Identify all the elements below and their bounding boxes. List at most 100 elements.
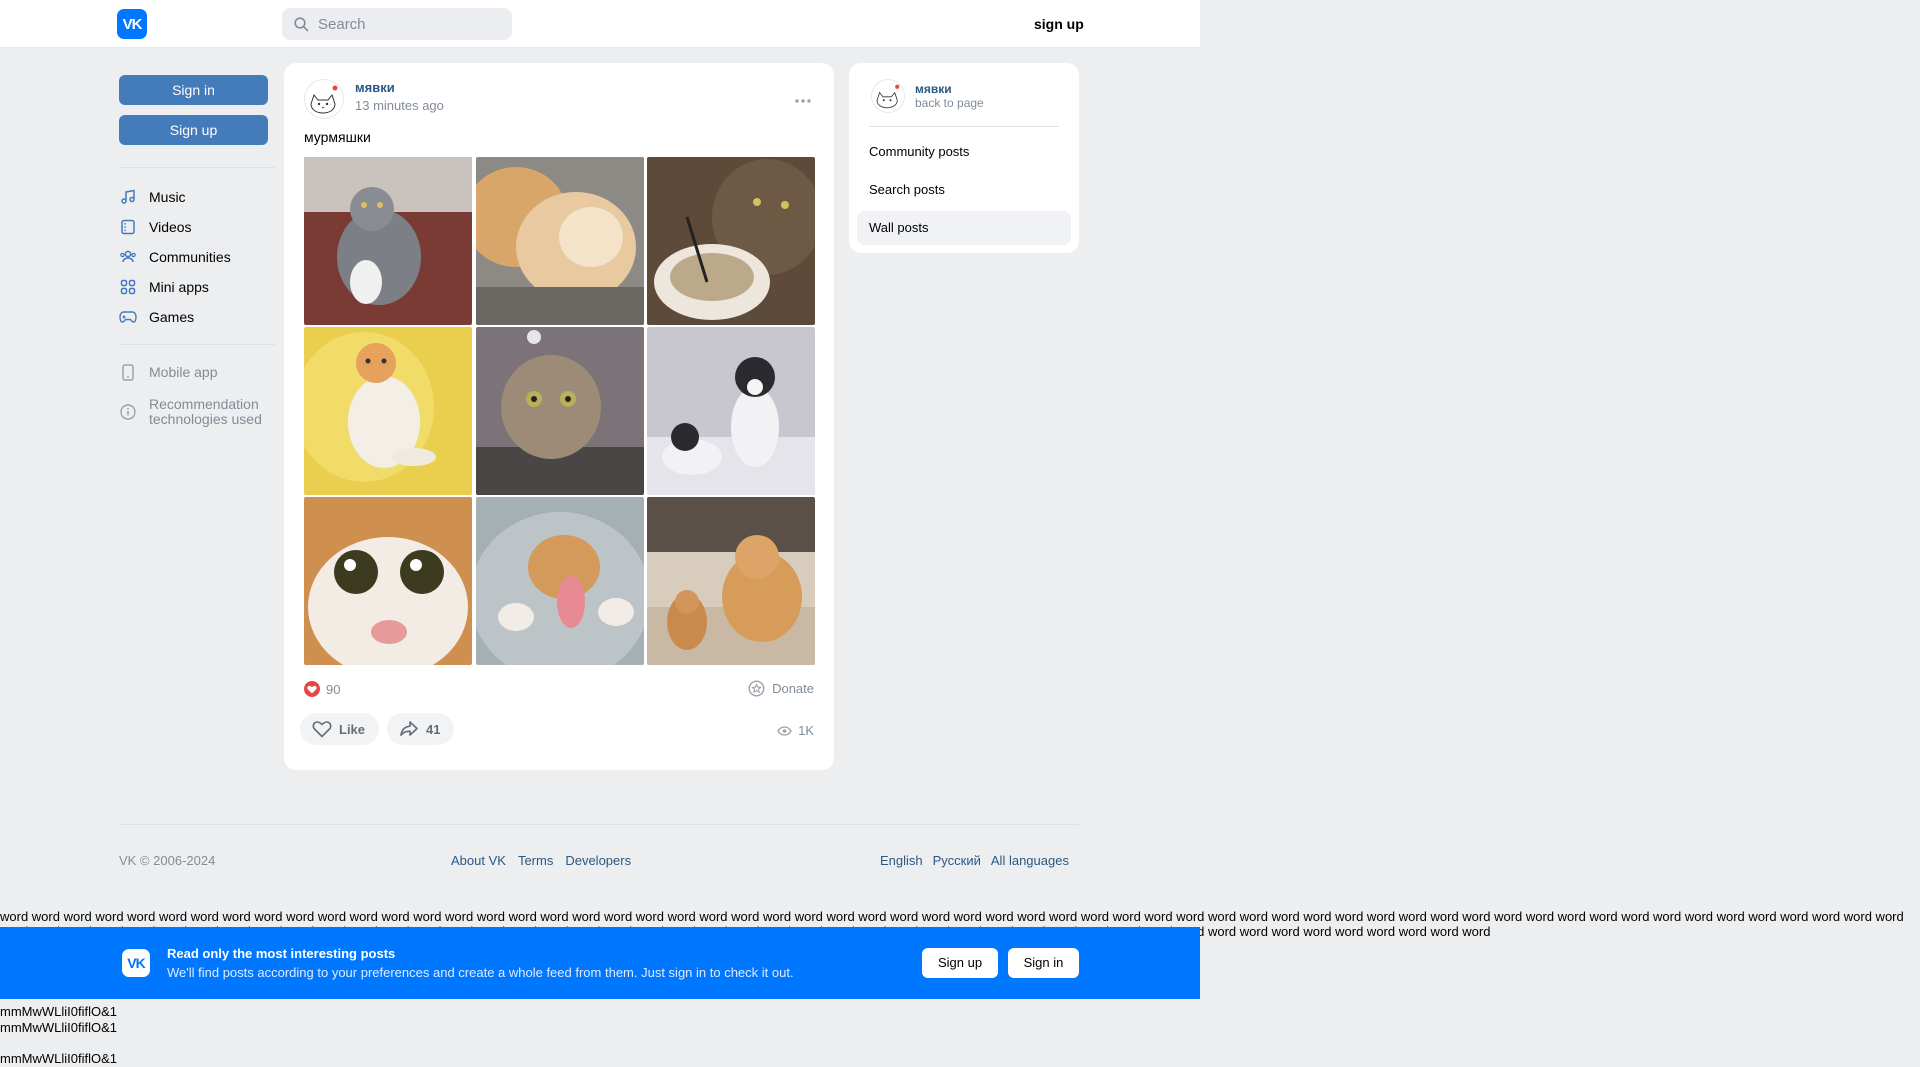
back-to-page-link[interactable]: мявки back to page — [871, 79, 984, 113]
menu-search-posts[interactable]: Search posts — [857, 173, 1071, 207]
cat-photo[interactable] — [475, 157, 644, 325]
post-card: мявки 13 minutes ago мурмяшки 90 Donate … — [284, 63, 834, 770]
language-all[interactable]: All languages — [991, 853, 1069, 868]
signin-promo-banner: VK Read only the most interesting posts … — [0, 927, 1200, 999]
font-test-line: mmMwWLliI0fiflO&1 — [0, 1020, 118, 1035]
sidebar-item-videos[interactable]: Videos — [119, 212, 275, 242]
sidebar-item-recommendations[interactable]: Recommendation technologies used — [119, 397, 275, 427]
sidebar-item-label: Mobile app — [149, 364, 218, 380]
menu-community-posts[interactable]: Community posts — [857, 135, 1071, 169]
sidebar-divider — [119, 167, 275, 168]
top-bar: VK sign up — [0, 0, 1200, 48]
cat-photo[interactable] — [647, 497, 815, 665]
sidebar-item-label: Communities — [149, 249, 231, 265]
banner-title: Read only the most interesting posts — [167, 946, 396, 961]
like-label: Like — [339, 721, 366, 737]
donate-icon — [748, 680, 765, 697]
share-button[interactable]: 41 — [387, 713, 455, 745]
banner-signin-button[interactable]: Sign in — [1008, 948, 1079, 978]
community-name: мявки — [915, 81, 952, 96]
cat-photo[interactable] — [304, 497, 472, 665]
recommendation-line-2: technologies used — [149, 411, 262, 427]
post-text: мурмяшки — [304, 129, 371, 145]
gamepad-icon — [119, 308, 137, 326]
donate-label: Donate — [772, 681, 814, 696]
sidebar-item-mobile-app[interactable]: Mobile app — [119, 357, 275, 387]
donate-button[interactable]: Donate — [748, 680, 814, 697]
share-icon — [400, 721, 418, 736]
footer-divider — [119, 824, 1079, 825]
header-signup-link[interactable]: sign up — [1034, 16, 1084, 32]
heart-icon — [304, 681, 320, 697]
sidebar-item-label: Videos — [149, 219, 192, 235]
signin-button[interactable]: Sign in — [119, 75, 268, 105]
like-button[interactable]: Like — [300, 713, 380, 745]
search-box[interactable] — [282, 8, 512, 40]
heart-outline-icon — [312, 721, 332, 738]
sidebar-item-mini-apps[interactable]: Mini apps — [119, 272, 275, 302]
search-icon — [294, 16, 309, 31]
cat-sketch-icon — [310, 85, 338, 114]
post-author[interactable]: мявки — [355, 79, 444, 97]
menu-wall-posts[interactable]: Wall posts — [857, 211, 1071, 245]
footer-link-about[interactable]: About VK — [451, 853, 506, 868]
cat-photo[interactable] — [475, 497, 644, 665]
font-test-line: mmMwWLliI0fiflO&1 — [0, 1004, 118, 1019]
video-icon — [119, 218, 137, 236]
footer-links: About VK Terms Developers — [451, 853, 631, 868]
left-sidebar: Sign in Sign up Music Videos Communities… — [119, 75, 275, 427]
sidebar-item-label: Music — [149, 189, 186, 205]
photo-grid — [304, 157, 815, 668]
cat-photo[interactable] — [475, 327, 644, 495]
banner-logo-text: VK — [127, 955, 145, 971]
community-avatar — [871, 79, 905, 113]
font-test-line: mmMwWLliI0fiflO&1 — [0, 1051, 118, 1066]
phone-icon — [119, 363, 137, 381]
footer-languages: English Русский All languages — [880, 853, 1069, 868]
post-actions: Like 41 — [300, 713, 462, 745]
sidebar-item-communities[interactable]: Communities — [119, 242, 275, 272]
likes-summary[interactable]: 90 — [304, 681, 340, 697]
search-input[interactable] — [318, 15, 498, 33]
posts-menu: Community posts Search posts Wall posts — [857, 135, 1071, 249]
right-meta: мявки back to page — [915, 82, 984, 111]
language-russian[interactable]: Русский — [933, 853, 981, 868]
right-panel-divider — [869, 126, 1059, 127]
recommendation-line-1: Recommendation — [149, 396, 259, 412]
post-time[interactable]: 13 minutes ago — [355, 97, 444, 114]
cat-photo[interactable] — [647, 157, 815, 325]
views-counter: 1K — [777, 723, 814, 738]
vk-logo-icon[interactable]: VK — [117, 9, 147, 39]
likes-count: 90 — [326, 681, 341, 697]
signup-button[interactable]: Sign up — [119, 115, 268, 145]
cat-photo[interactable] — [304, 327, 472, 495]
cat-photo[interactable] — [304, 157, 472, 325]
cat-sketch-icon — [876, 84, 900, 109]
more-options-icon[interactable] — [794, 91, 812, 108]
post-meta: мявки 13 minutes ago — [355, 79, 444, 119]
sidebar-item-games[interactable]: Games — [119, 302, 275, 332]
sidebar-item-music[interactable]: Music — [119, 182, 275, 212]
banner-subtitle: We'll find posts according to your prefe… — [167, 965, 794, 980]
footer-link-developers[interactable]: Developers — [565, 853, 631, 868]
views-count: 1K — [798, 723, 814, 738]
cat-photo[interactable] — [647, 327, 815, 495]
mini-apps-icon — [119, 278, 137, 296]
sidebar-item-label: Mini apps — [149, 279, 209, 295]
back-to-page-label: back to page — [915, 95, 984, 110]
banner-signup-button[interactable]: Sign up — [922, 948, 998, 978]
right-panel: мявки back to page Community posts Searc… — [849, 63, 1079, 253]
communities-icon — [119, 248, 137, 266]
sidebar-divider — [119, 344, 275, 345]
sidebar-item-label: Recommendation technologies used — [149, 397, 262, 427]
vk-logo-icon: VK — [122, 949, 150, 977]
footer-link-terms[interactable]: Terms — [518, 853, 553, 868]
language-english[interactable]: English — [880, 853, 923, 868]
sidebar-item-label: Games — [149, 309, 195, 325]
logo-text: VK — [122, 15, 143, 33]
post-header: мявки 13 minutes ago — [304, 79, 444, 119]
shares-count: 41 — [426, 721, 441, 737]
info-icon — [119, 403, 137, 421]
community-avatar[interactable] — [304, 79, 344, 119]
music-icon — [119, 188, 137, 206]
